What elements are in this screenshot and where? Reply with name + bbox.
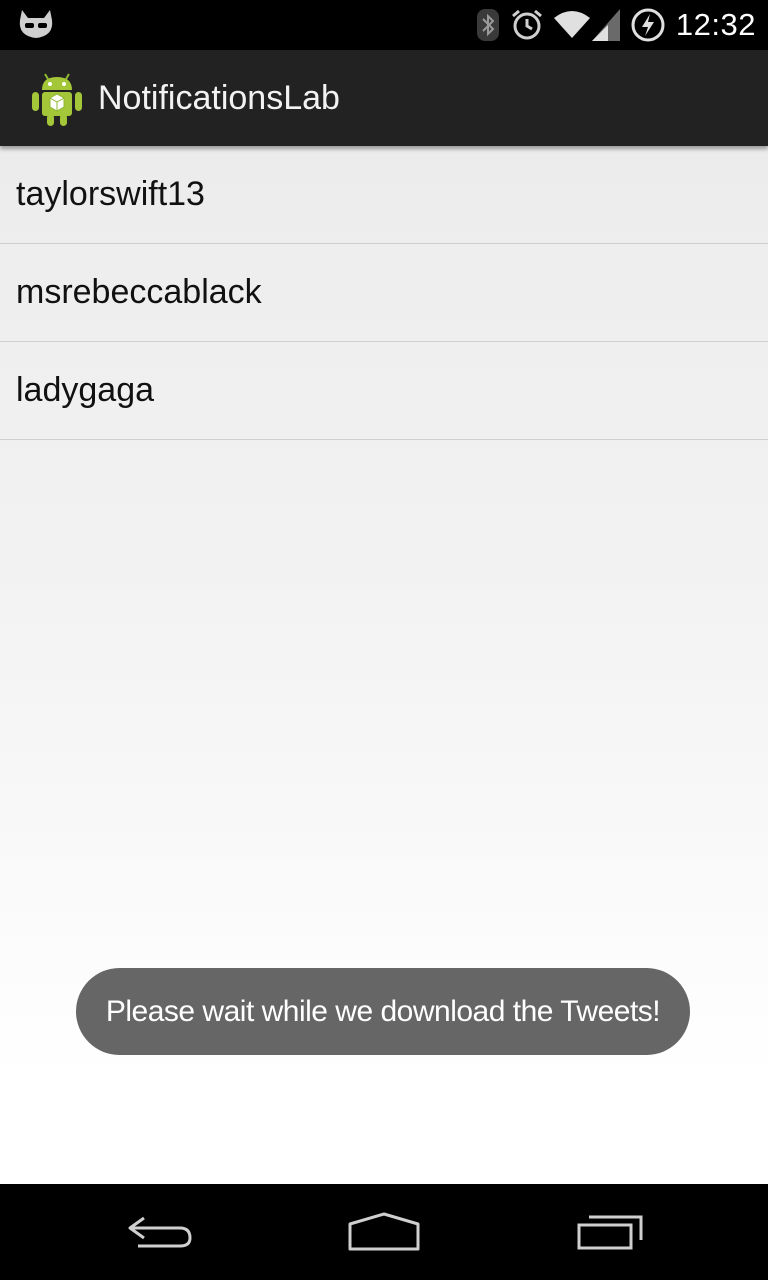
back-icon[interactable] (114, 1204, 204, 1260)
android-app-icon[interactable] (28, 68, 86, 128)
wifi-icon (553, 10, 590, 40)
recents-icon[interactable] (565, 1204, 655, 1260)
toast-message: Please wait while we download the Tweets… (76, 968, 690, 1055)
action-bar: NotificationsLab (0, 50, 768, 146)
status-icons: 12:32 (466, 0, 756, 50)
home-icon[interactable] (339, 1204, 429, 1260)
list-item[interactable]: taylorswift13 (0, 146, 768, 244)
app-title: NotificationsLab (98, 79, 340, 117)
navigation-bar (0, 1184, 768, 1280)
signal-icon (591, 9, 620, 41)
bluetooth-icon (476, 8, 500, 42)
alarm-icon (510, 8, 544, 42)
list-item[interactable]: msrebeccablack (0, 244, 768, 342)
status-bar: 12:32 (0, 0, 768, 50)
status-time: 12:32 (675, 7, 756, 42)
battery-charging-icon (630, 7, 666, 43)
user-list: taylorswift13 msrebeccablack ladygaga (0, 146, 768, 440)
content-area: taylorswift13 msrebeccablack ladygaga Pl… (0, 146, 768, 1184)
cyanogenmod-mascot-icon (16, 6, 56, 42)
list-item[interactable]: ladygaga (0, 342, 768, 440)
